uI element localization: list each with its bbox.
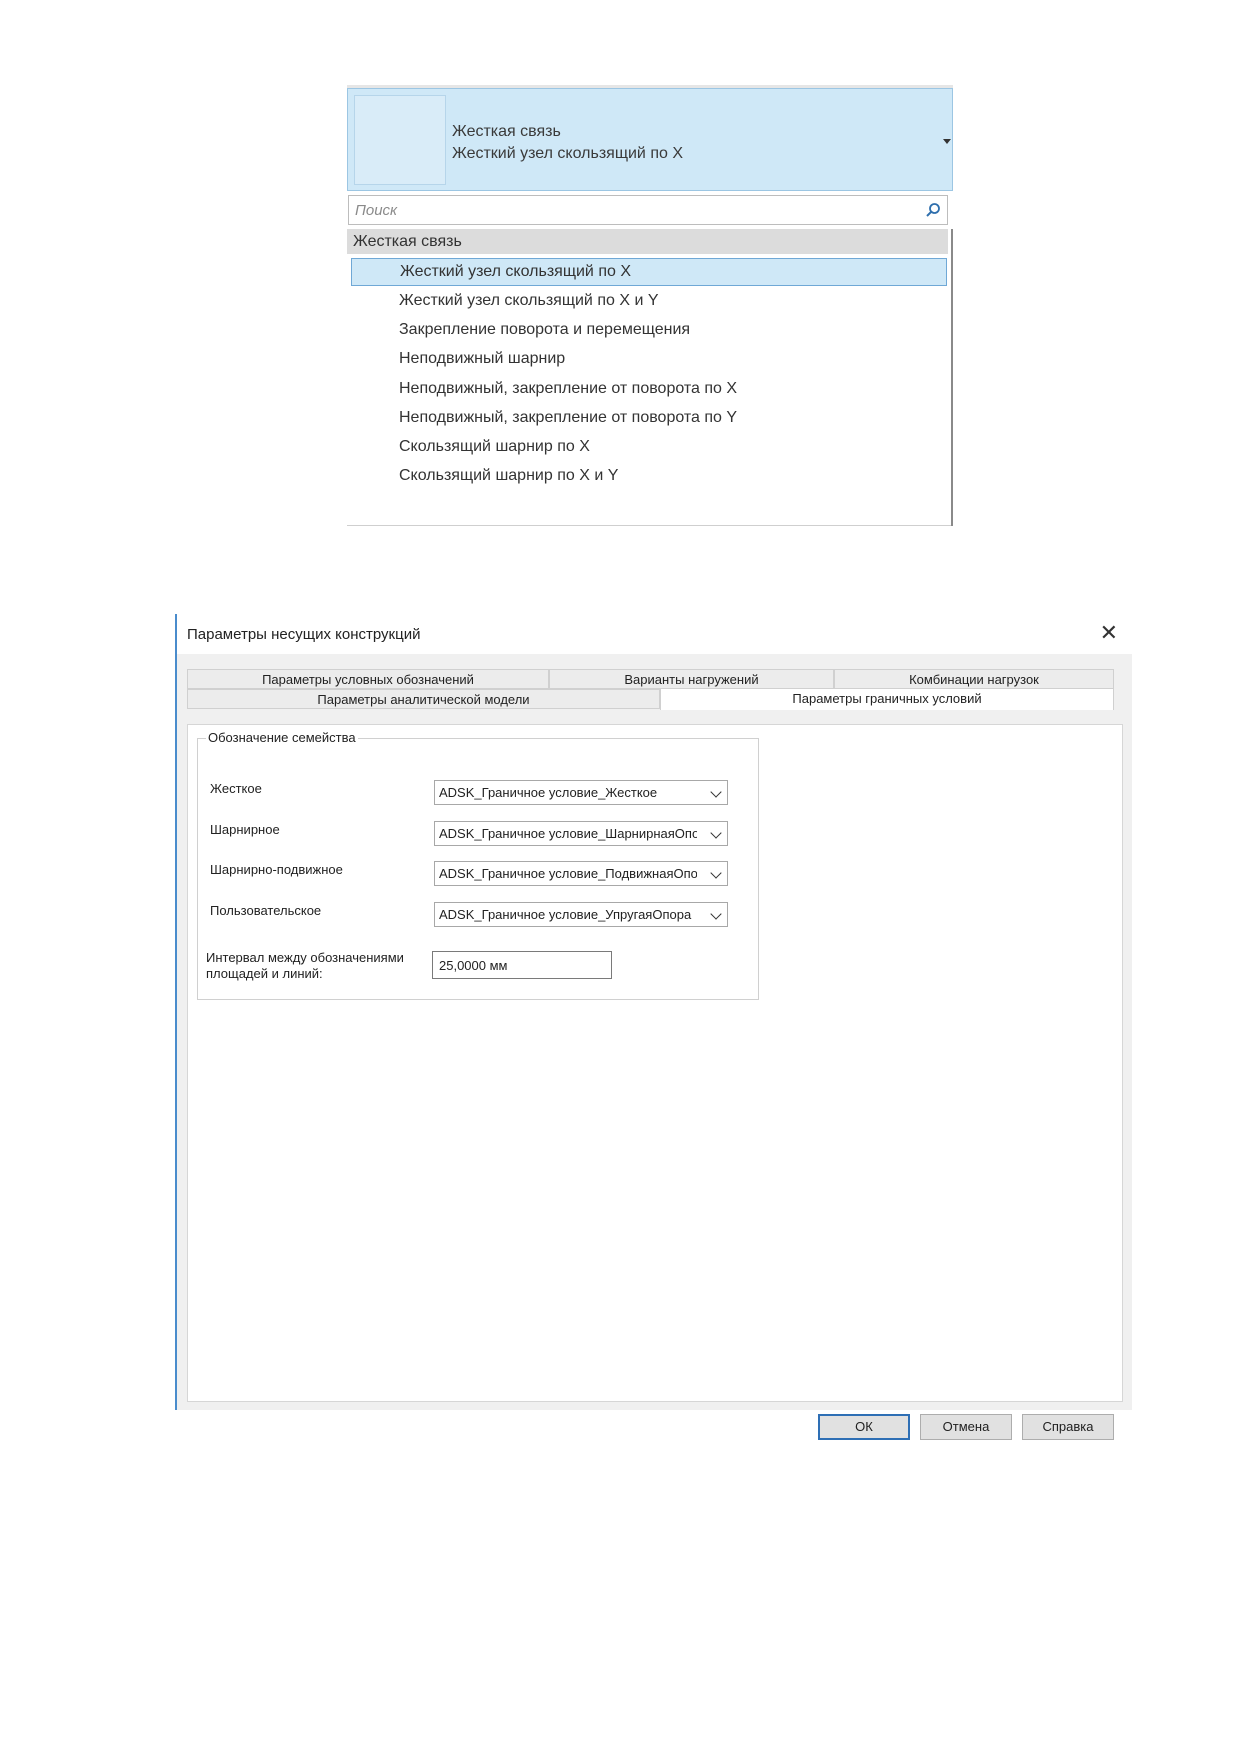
- roller-symbol-select[interactable]: ADSK_Граничное условие_ПодвижнаяОпора: [434, 861, 728, 886]
- type-list-item[interactable]: Жесткий узел скользящий по X и Y: [351, 287, 947, 315]
- close-icon[interactable]: ✕: [1100, 622, 1118, 644]
- type-list: Жесткая связь Жесткий узел скользящий по…: [347, 229, 953, 526]
- dropdown-arrow-icon[interactable]: [943, 139, 951, 144]
- chevron-down-icon: [710, 867, 722, 879]
- type-search-box[interactable]: [348, 195, 948, 225]
- type-list-item[interactable]: Неподвижный шарнир: [351, 345, 947, 373]
- type-group-header: Жесткая связь: [347, 229, 948, 254]
- cancel-button[interactable]: Отмена: [920, 1414, 1012, 1440]
- interval-input[interactable]: [432, 951, 612, 979]
- type-list-item[interactable]: Скользящий шарнир по X: [351, 433, 947, 461]
- divider: [347, 525, 951, 526]
- select-value: ADSK_Граничное условие_УпругаяОпора: [439, 907, 692, 922]
- dialog-body: Параметры условных обозначений Варианты …: [177, 654, 1132, 1440]
- select-value: ADSK_Граничное условие_ПодвижнаяОпора: [439, 866, 697, 881]
- type-name: Жесткий узел скользящий по X: [452, 145, 683, 162]
- fixed-symbol-select[interactable]: ADSK_Граничное условие_Жесткое: [434, 780, 728, 805]
- help-button[interactable]: Справка: [1022, 1414, 1114, 1440]
- type-list-item[interactable]: Жесткий узел скользящий по X: [351, 258, 947, 286]
- roller-label: Шарнирно-подвижное: [210, 862, 343, 877]
- user-defined-label: Пользовательское: [210, 903, 322, 918]
- ok-button[interactable]: ОК: [818, 1414, 910, 1440]
- fixed-label: Жесткое: [210, 781, 262, 796]
- tab-load-cases[interactable]: Варианты нагружений: [549, 669, 834, 689]
- chevron-down-icon: [710, 908, 722, 920]
- type-preview-thumbnail: [354, 95, 446, 185]
- tab-boundary-conditions[interactable]: Параметры граничных условий: [660, 688, 1114, 710]
- group-title: Обозначение семейства: [206, 730, 358, 745]
- tab-load-combinations[interactable]: Комбинации нагрузок: [834, 669, 1114, 689]
- type-family-name: Жесткая связь: [452, 123, 561, 140]
- select-value: ADSK_Граничное условие_ШарнирнаяОпора: [439, 826, 697, 841]
- select-value: ADSK_Граничное условие_Жесткое: [439, 785, 658, 800]
- user-defined-symbol-select[interactable]: ADSK_Граничное условие_УпругаяОпора: [434, 902, 728, 927]
- type-list-item[interactable]: Скользящий шарнир по X и Y: [351, 462, 947, 490]
- structural-settings-dialog: Параметры несущих конструкций ✕ Параметр…: [175, 614, 1132, 1440]
- tab-analytical-model[interactable]: Параметры аналитической модели: [187, 689, 660, 709]
- interval-label: Интервал между обозначениями площадей и …: [206, 950, 404, 981]
- dialog-title: Параметры несущих конструкций: [187, 626, 421, 643]
- search-icon[interactable]: [925, 202, 941, 218]
- pinned-symbol-select[interactable]: ADSK_Граничное условие_ШарнирнаяОпора: [434, 821, 728, 846]
- type-list-item[interactable]: Неподвижный, закрепление от поворота по …: [351, 404, 947, 432]
- type-search-input[interactable]: [355, 200, 895, 220]
- chevron-down-icon: [710, 786, 722, 798]
- scrollbar[interactable]: [951, 229, 953, 526]
- type-list-item[interactable]: Закрепление поворота и перемещения: [351, 316, 947, 344]
- type-list-item[interactable]: Неподвижный, закрепление от поворота по …: [351, 375, 947, 403]
- tab-symbol-settings[interactable]: Параметры условных обозначений: [187, 669, 549, 689]
- family-symbol-group: Обозначение семейства Жесткое ADSK_Грани…: [197, 730, 759, 1000]
- pinned-label: Шарнирное: [210, 822, 280, 837]
- type-selector: Жесткая связь Жесткий узел скользящий по…: [347, 85, 953, 526]
- chevron-down-icon: [710, 827, 722, 839]
- type-selector-header[interactable]: Жесткая связь Жесткий узел скользящий по…: [347, 88, 953, 191]
